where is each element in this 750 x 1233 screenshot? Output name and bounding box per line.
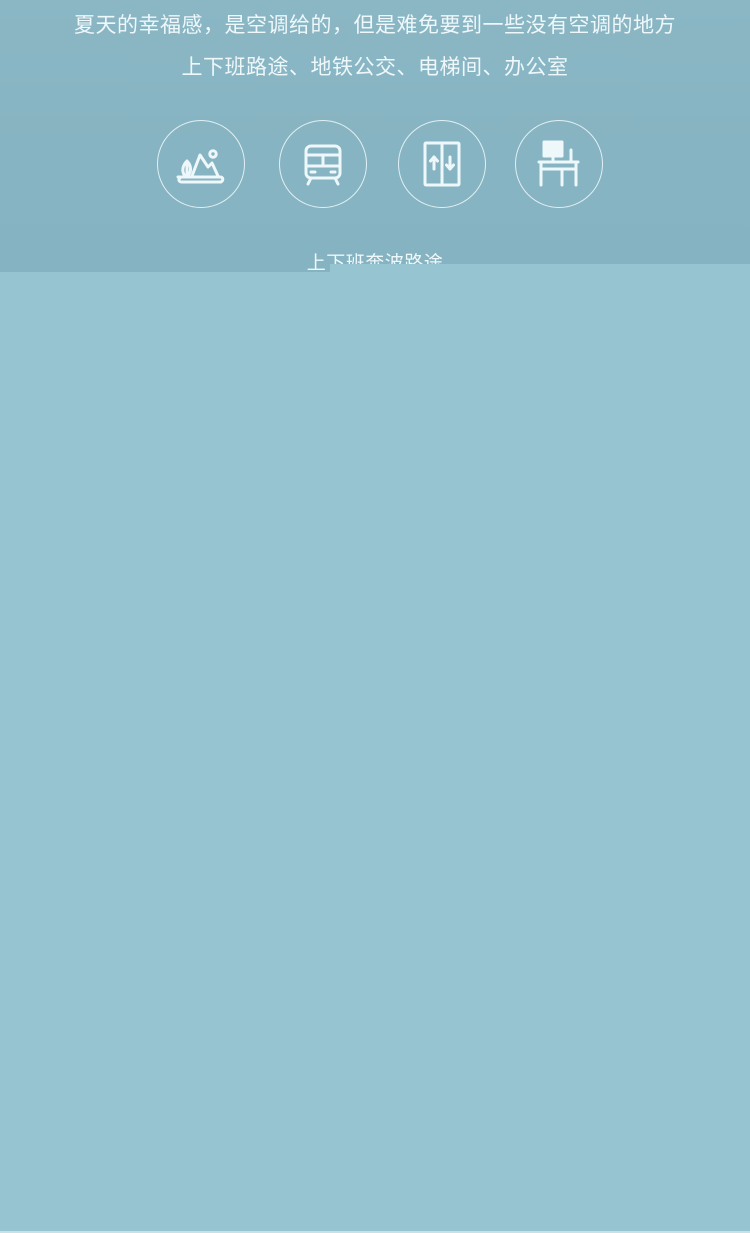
- content-area: [0, 272, 750, 1233]
- hero-headline: 夏天的幸福感，是空调给的，但是难免要到一些没有空调的地方: [74, 13, 676, 37]
- mountain-outdoor-icon: [157, 120, 245, 208]
- scenario-icons: [0, 120, 750, 210]
- elevator-icon: [398, 120, 486, 208]
- office-desk-icon: [515, 120, 603, 208]
- subway-train-icon: [279, 120, 367, 208]
- hero-subheadline: 上下班路途、地铁公交、电梯间、办公室: [181, 55, 569, 79]
- hero-banner: 夏天的幸福感，是空调给的，但是难免要到一些没有空调的地方 上下班路途、地铁公交、…: [0, 0, 750, 272]
